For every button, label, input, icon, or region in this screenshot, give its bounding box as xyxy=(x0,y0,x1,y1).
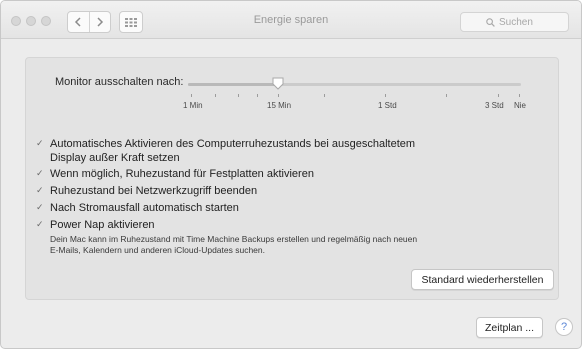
slider-tick xyxy=(238,94,239,97)
monitor-off-slider[interactable] xyxy=(188,77,521,90)
option-label: Power Nap aktivieren xyxy=(50,219,155,231)
tick-label-3-std: 3 Std xyxy=(485,101,504,110)
option-disk-sleep[interactable]: ✓ Wenn möglich, Ruhezustand für Festplat… xyxy=(36,167,314,181)
preferences-window: Energie sparen Monitor ausschalten nach:… xyxy=(0,0,582,349)
tick-label-1-min: 1 Min xyxy=(183,101,203,110)
restore-defaults-button[interactable]: Standard wiederherstellen xyxy=(411,269,554,290)
power-nap-description-continued: E-Mails, Kalendern und anderen iCloud-Up… xyxy=(50,245,265,255)
monitor-off-label: Monitor ausschalten nach: xyxy=(55,76,184,88)
checkmark-icon[interactable]: ✓ xyxy=(36,138,46,148)
slider-tick xyxy=(215,94,216,97)
schedule-button[interactable]: Zeitplan ... xyxy=(476,317,543,338)
checkmark-icon[interactable]: ✓ xyxy=(36,168,46,178)
power-nap-description: Dein Mac kann im Ruhezustand mit Time Ma… xyxy=(50,234,418,244)
slider-fill xyxy=(188,83,278,86)
search-field[interactable] xyxy=(460,12,569,32)
slider-tick xyxy=(519,94,520,97)
option-restart-power-failure[interactable]: ✓ Nach Stromausfall automatisch starten xyxy=(36,201,239,215)
tick-label-1-std: 1 Std xyxy=(378,101,397,110)
search-icon xyxy=(486,17,495,27)
slider-tick xyxy=(324,94,325,97)
help-button[interactable]: ? xyxy=(555,318,573,336)
option-label: Ruhezustand bei Netzwerkzugriff beenden xyxy=(50,185,258,197)
slider-tick xyxy=(498,94,499,97)
slider-tick xyxy=(278,94,279,97)
tick-label-nie: Nie xyxy=(514,101,527,110)
option-label: Wenn möglich, Ruhezustand für Festplatte… xyxy=(50,168,314,180)
option-label: Nach Stromausfall automatisch starten xyxy=(50,202,239,214)
option-prevent-sleep[interactable]: ✓ Automatisches Aktivieren des Computerr… xyxy=(36,137,416,165)
checkmark-icon[interactable]: ✓ xyxy=(36,202,46,212)
option-label: Automatisches Aktivieren des Computerruh… xyxy=(50,138,416,150)
slider-thumb[interactable] xyxy=(272,77,284,90)
title-bar: Energie sparen xyxy=(1,1,581,39)
tick-label-15-min: 15 Min xyxy=(267,101,292,110)
search-input[interactable] xyxy=(499,16,543,28)
slider-tick xyxy=(385,94,386,97)
slider-tick xyxy=(446,94,447,97)
slider-tick xyxy=(191,94,192,97)
slider-tick xyxy=(257,94,258,97)
option-wake-network[interactable]: ✓ Ruhezustand bei Netzwerkzugriff beende… xyxy=(36,184,258,198)
option-label-continued: Display außer Kraft setzen xyxy=(50,152,180,164)
checkmark-icon[interactable]: ✓ xyxy=(36,185,46,195)
checkmark-icon[interactable]: ✓ xyxy=(36,219,46,229)
option-power-nap[interactable]: ✓ Power Nap aktivieren Dein Mac kann im … xyxy=(36,218,418,256)
